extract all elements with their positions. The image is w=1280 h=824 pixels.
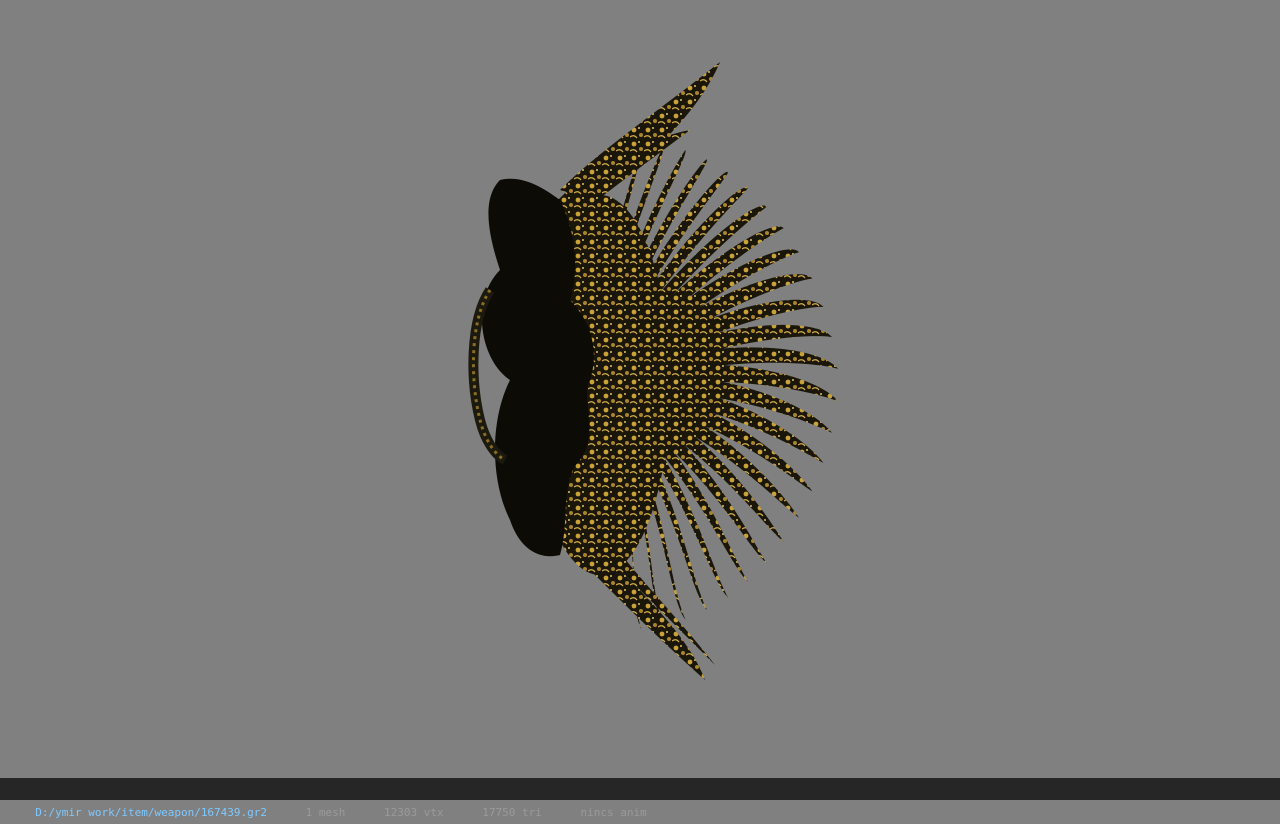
3d-viewport[interactable] bbox=[0, 0, 1280, 778]
status-separator: | bbox=[557, 806, 565, 819]
status-separator: | bbox=[283, 806, 290, 819]
status-triangle-count: 17750 tri bbox=[482, 806, 542, 819]
status-vertex-count: 12303 vtx bbox=[384, 806, 444, 819]
status-separator: | bbox=[361, 806, 369, 819]
weapon-model-render bbox=[468, 62, 839, 680]
plume-flame bbox=[580, 560, 705, 680]
status-bar: D:/ymir work/item/weapon/167439.gr2 | 1 me… bbox=[0, 778, 1280, 819]
status-separator: | bbox=[459, 806, 467, 819]
status-mesh-count: 1 mesh bbox=[305, 806, 346, 819]
status-animation: nincs anim bbox=[580, 806, 647, 819]
status-file-path: D:/ymir work/item/weapon/167439.gr2 bbox=[35, 806, 268, 819]
